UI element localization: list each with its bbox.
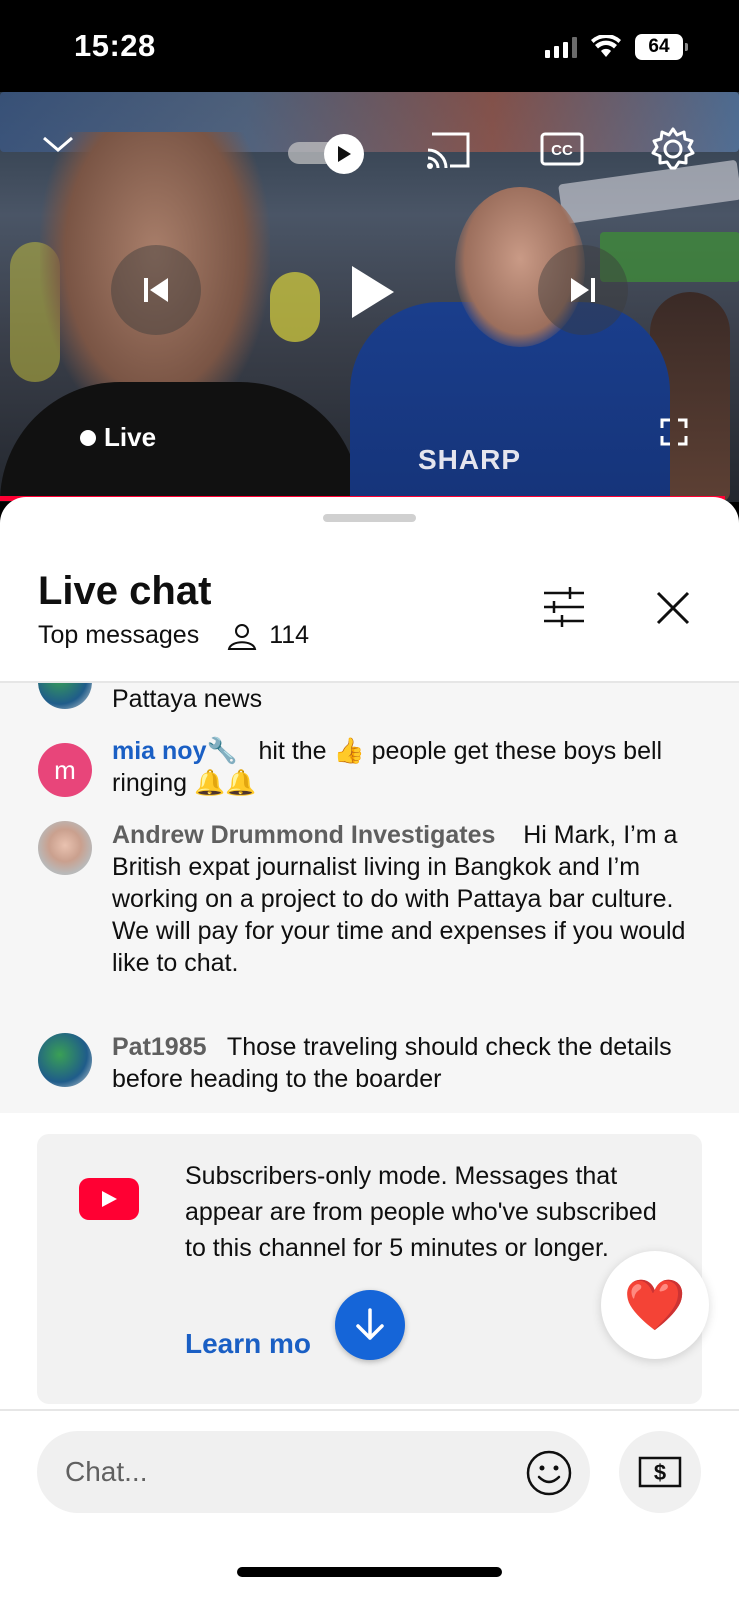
chat-input-container: [37, 1431, 590, 1513]
svg-text:CC: CC: [551, 142, 573, 159]
cast-icon[interactable]: [426, 130, 472, 170]
wifi-icon: [591, 35, 621, 57]
dollar-icon: $: [638, 1456, 682, 1488]
avatar: m: [38, 743, 92, 797]
message-author[interactable]: Pat1985: [112, 1033, 207, 1061]
message-text: Pattaya news: [112, 685, 263, 713]
status-bar: 15:28 64: [0, 0, 739, 92]
youtube-logo-icon: [79, 1178, 139, 1220]
chat-message: Andrew Drummond Investigates Hi Mark, I’…: [38, 819, 708, 1019]
chat-message: m mia noy🔧 hit the 👍 people get these bo…: [38, 735, 708, 805]
home-indicator: [237, 1567, 502, 1577]
message-author[interactable]: Andrew Drummond Investigates: [112, 821, 495, 849]
cellular-signal-icon: [545, 36, 577, 58]
message-text: mia noy🔧 hit the 👍 people get these boys…: [112, 735, 702, 799]
fullscreen-icon[interactable]: [660, 418, 688, 446]
avatar: [38, 683, 92, 709]
filter-icon[interactable]: [540, 585, 588, 629]
avatar: [38, 821, 92, 875]
message-author[interactable]: mia noy: [112, 737, 206, 765]
autoplay-toggle[interactable]: [288, 134, 370, 174]
status-time: 15:28: [74, 28, 156, 63]
next-icon: [571, 278, 595, 302]
previous-button[interactable]: [111, 245, 201, 335]
subscribers-only-notice: Subscribers-only mode. Messages that app…: [37, 1134, 702, 1404]
drag-handle[interactable]: [323, 514, 416, 522]
play-icon[interactable]: [350, 264, 396, 320]
live-dot: [80, 429, 96, 446]
viewers-icon: [227, 623, 257, 650]
chat-message: Pat1985 Those traveling should check the…: [38, 1031, 708, 1101]
moderator-badge: 🔧: [206, 737, 238, 765]
avatar: [38, 1033, 92, 1087]
jersey-text: SHARP: [418, 444, 522, 475]
chat-title: Live chat: [38, 569, 212, 613]
live-label: Live: [104, 422, 157, 452]
next-button[interactable]: [538, 245, 628, 335]
chat-message: Pattaya news: [38, 683, 708, 725]
super-chat-button[interactable]: $: [619, 1431, 701, 1513]
learn-more-link[interactable]: Learn mo: [185, 1328, 311, 1360]
chevron-down-icon[interactable]: [40, 132, 76, 156]
chat-messages[interactable]: Pattaya news m mia noy🔧 hit the 👍 people…: [0, 683, 739, 1113]
heart-reaction-button[interactable]: ❤️: [601, 1251, 709, 1359]
live-badge: Live: [80, 422, 156, 453]
battery-indicator: 64: [635, 34, 688, 60]
message-text: Andrew Drummond Investigates Hi Mark, I’…: [112, 819, 702, 979]
arrow-down-icon: [356, 1308, 384, 1340]
live-chat-sheet: Live chat Top messages 114 Pattaya news …: [0, 497, 739, 1600]
notice-text: Subscribers-only mode. Messages that app…: [185, 1162, 657, 1262]
viewer-count: 114: [269, 621, 310, 649]
chat-mode-label: Top messages: [38, 621, 200, 649]
svg-text:$: $: [654, 1460, 666, 1485]
autoplay-play-icon: [324, 134, 364, 174]
chat-mode-selector[interactable]: Top messages 114: [38, 621, 309, 650]
message-text: Pat1985 Those traveling should check the…: [112, 1031, 702, 1095]
gear-icon[interactable]: [650, 126, 696, 172]
status-icons: 64: [545, 34, 688, 60]
previous-icon: [144, 278, 168, 302]
chat-input[interactable]: [65, 1431, 505, 1513]
video-player[interactable]: SHARP CC Live: [0, 92, 739, 502]
scroll-to-bottom-button[interactable]: [335, 1290, 405, 1360]
divider: [0, 1409, 739, 1411]
emoji-icon[interactable]: [525, 1449, 573, 1497]
heart-icon: ❤️: [623, 1277, 687, 1333]
cc-icon[interactable]: CC: [540, 132, 584, 166]
close-icon[interactable]: [655, 590, 691, 626]
